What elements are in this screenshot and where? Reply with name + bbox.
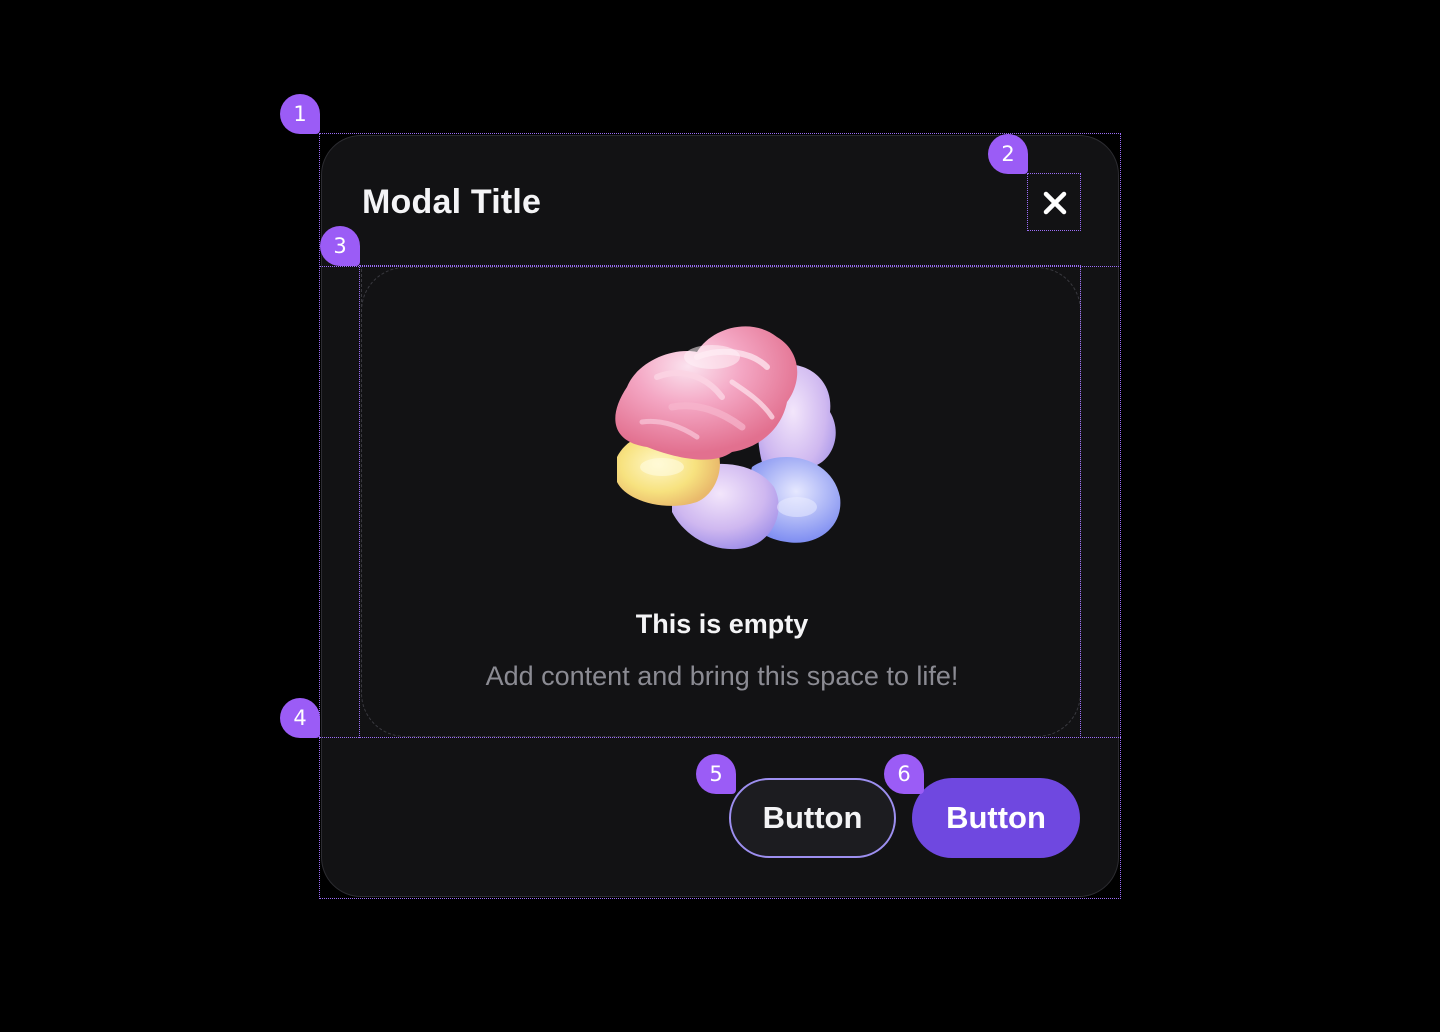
annotation-badge-1: 1 — [280, 94, 320, 134]
annotation-badge-2: 2 — [988, 134, 1028, 174]
close-icon — [1043, 191, 1067, 215]
empty-state-container: This is empty Add content and bring this… — [361, 267, 1081, 737]
annotation-badge-5: 5 — [696, 754, 736, 794]
abstract-3d-blob-illustration — [615, 326, 841, 550]
page-canvas: Modal Title This is empty Add content an… — [0, 0, 1440, 1032]
annotation-badge-6: 6 — [884, 754, 924, 794]
annotation-badge-4: 4 — [280, 698, 320, 738]
empty-state-description: Add content and bring this space to life… — [485, 661, 959, 691]
secondary-button[interactable]: Button — [729, 778, 896, 858]
modal-title: Modal Title — [362, 183, 542, 221]
close-button[interactable] — [1030, 176, 1080, 230]
annotation-badge-3: 3 — [320, 226, 360, 266]
empty-state-title: This is empty — [635, 609, 809, 639]
primary-button[interactable]: Button — [912, 778, 1080, 858]
